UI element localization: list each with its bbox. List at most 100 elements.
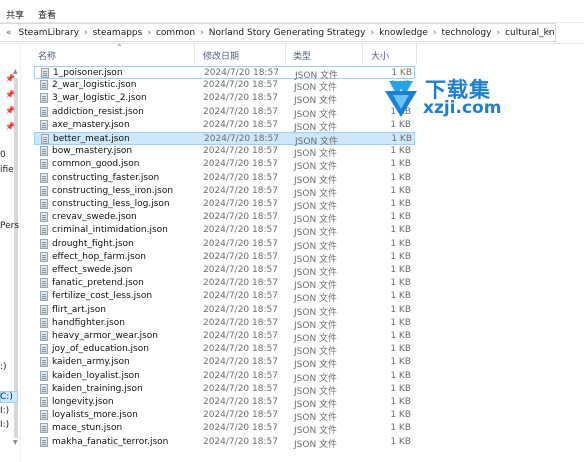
file-name: heavy_armor_wear.json bbox=[52, 331, 158, 341]
breadcrumb-segment[interactable]: Norland Story Generating Strategy bbox=[205, 28, 370, 38]
column-name[interactable]: 名称 bbox=[38, 49, 56, 62]
file-row[interactable]: common_good.json 2024/7/20 18:57 JSON 文件 1 … bbox=[34, 158, 415, 172]
file-size: 1 KB bbox=[390, 238, 411, 249]
file-size: 1 KB bbox=[390, 291, 411, 302]
nav-scrollbar-thumb[interactable] bbox=[14, 78, 18, 438]
file-row[interactable]: heavy_armor_wear.json 2024/7/20 18:57 JSON… bbox=[34, 330, 415, 344]
pin-icon: 📌 bbox=[5, 106, 15, 115]
json-file-icon bbox=[40, 199, 48, 209]
json-file-icon bbox=[40, 80, 48, 91]
file-row[interactable]: loyalists_more.json 2024/7/20 18:57 JSON 文… bbox=[34, 409, 415, 423]
file-row[interactable]: axe_mastery.json 2024/7/20 18:57 JSON 文件 1 … bbox=[34, 119, 415, 133]
file-row[interactable]: 1_poisoner.json 2024/7/20 18:57 JSON 文件 1 K… bbox=[34, 66, 415, 81]
file-type: JSON 文件 bbox=[294, 228, 338, 239]
file-type: JSON 文件 bbox=[294, 307, 338, 318]
menu-share[interactable]: 共享 bbox=[6, 8, 24, 21]
file-row[interactable]: kaiden_army.json 2024/7/20 18:57 JSON 文件 1 … bbox=[34, 356, 415, 370]
breadcrumb-segment[interactable]: knowledge bbox=[375, 28, 432, 38]
file-row[interactable]: 2_war_logistic.json 2024/7/20 18:57 JSON 文… bbox=[34, 79, 415, 93]
file-row[interactable]: fertilize_cost_less.json 2024/7/20 18:57 J… bbox=[34, 290, 415, 304]
menu-view[interactable]: 查看 bbox=[38, 8, 56, 21]
file-date: 2024/7/20 18:57 bbox=[203, 331, 278, 341]
file-type: JSON 文件 bbox=[294, 149, 338, 160]
file-row[interactable]: makha_fanatic_terror.json 2024/7/20 18:57… bbox=[34, 436, 415, 450]
watermark-domain: xzji.com bbox=[423, 98, 502, 118]
breadcrumb-segment[interactable]: SteamLibrary bbox=[15, 28, 84, 38]
file-type: JSON 文件 bbox=[294, 188, 338, 199]
nav-item[interactable]: ifie bbox=[0, 165, 14, 175]
file-row[interactable]: criminal_intimidation.json 2024/7/20 18:5… bbox=[34, 224, 415, 239]
column-divider[interactable] bbox=[285, 44, 286, 64]
json-file-icon bbox=[40, 423, 48, 434]
nav-item[interactable]: 0 bbox=[0, 150, 6, 160]
file-row[interactable]: longevity.json 2024/7/20 18:57 JSON 文件 1 KB bbox=[34, 396, 415, 410]
address-bar[interactable]: « SteamLibrary › steamapps › common › No… bbox=[0, 23, 556, 42]
column-date[interactable]: 修改日期 bbox=[203, 49, 239, 62]
file-row[interactable]: drought_fight.json 2024/7/20 18:57 JSON 文件… bbox=[34, 238, 415, 252]
json-file-icon bbox=[40, 251, 48, 262]
file-type: JSON 文件 bbox=[294, 175, 338, 186]
column-divider[interactable] bbox=[194, 44, 195, 64]
file-name: constructing_less_iron.json bbox=[52, 185, 174, 196]
column-size[interactable]: 大小 bbox=[371, 49, 389, 62]
nav-item[interactable]: :) bbox=[0, 362, 7, 372]
file-row[interactable]: mace_stun.json 2024/7/20 18:57 JSON 文件 1 KB bbox=[34, 422, 415, 436]
json-file-icon bbox=[40, 344, 48, 355]
file-row[interactable]: constructing_less_iron.json 2024/7/20 18:… bbox=[34, 185, 415, 199]
file-row[interactable]: flirt_art.json 2024/7/20 18:57 JSON 文件 1 KB bbox=[34, 304, 415, 318]
nav-item[interactable]: Pers bbox=[0, 221, 19, 231]
file-name: kaiden_army.json bbox=[52, 357, 130, 368]
file-row[interactable]: handfighter.json 2024/7/20 18:57 JSON 文件 1 … bbox=[34, 317, 415, 331]
address-history-chevron-icon[interactable]: ⌄ bbox=[545, 26, 553, 36]
file-date: 2024/7/20 18:57 bbox=[203, 344, 278, 355]
file-row[interactable]: kaiden_loyalist.json 2024/7/20 18:57 JSON … bbox=[34, 370, 415, 384]
file-size: 1 KB bbox=[390, 172, 411, 183]
column-divider[interactable] bbox=[362, 44, 363, 64]
navigation-pane[interactable]: ▲ ▼ 📌 📌 📌 📌 0 ifie Pers :) C:) I:) I:) bbox=[0, 44, 21, 462]
file-size: 1 KB bbox=[390, 436, 411, 447]
file-name: effect_hop_farm.json bbox=[52, 251, 146, 262]
file-size: 1 KB bbox=[390, 344, 411, 355]
file-name: kaiden_training.json bbox=[52, 383, 143, 394]
breadcrumb-segment[interactable]: steamapps bbox=[89, 28, 147, 38]
file-row[interactable]: crevav_swede.json 2024/7/20 18:57 JSON 文件 1… bbox=[34, 211, 415, 226]
scroll-down-icon[interactable]: ▼ bbox=[13, 439, 18, 446]
file-row[interactable]: constructing_less_log.json 2024/7/20 18:5… bbox=[34, 198, 415, 212]
file-date: 2024/7/20 18:57 bbox=[203, 265, 278, 275]
file-name: flirt_art.json bbox=[52, 304, 106, 315]
file-date: 2024/7/20 18:57 bbox=[203, 93, 278, 104]
file-row[interactable]: bow_mastery.json 2024/7/20 18:57 JSON 文件 1 … bbox=[34, 145, 415, 160]
nav-item[interactable]: I:) bbox=[0, 406, 9, 416]
nav-item[interactable]: I:) bbox=[0, 420, 9, 430]
file-row[interactable]: addiction_resist.json 2024/7/20 18:57 JSON… bbox=[34, 106, 415, 120]
json-file-icon bbox=[40, 106, 48, 117]
ribbon-menu-bar: 共享 查看 bbox=[0, 0, 584, 23]
file-name: loyalists_more.json bbox=[52, 410, 138, 421]
file-row[interactable]: 3_war_logistic_2.json 2024/7/20 18:57 JSON… bbox=[34, 92, 415, 106]
file-type: JSON 文件 bbox=[294, 254, 338, 265]
file-type: JSON 文件 bbox=[294, 268, 338, 278]
breadcrumb-segment[interactable]: common bbox=[152, 28, 199, 38]
overflow-chevron-icon[interactable]: « bbox=[0, 28, 15, 38]
file-type: JSON 文件 bbox=[294, 215, 338, 226]
nav-item[interactable]: C:) bbox=[0, 392, 13, 402]
file-row[interactable]: effect_swede.json 2024/7/20 18:57 JSON 文件 1… bbox=[34, 264, 415, 278]
column-divider[interactable] bbox=[416, 44, 417, 64]
breadcrumb-segment[interactable]: technology bbox=[437, 28, 495, 38]
file-date: 2024/7/20 18:57 bbox=[203, 317, 278, 328]
file-row[interactable]: fanatic_pretend.json 2024/7/20 18:57 JSON … bbox=[34, 277, 415, 291]
json-file-icon bbox=[40, 331, 48, 341]
file-row[interactable]: effect_hop_farm.json 2024/7/20 18:57 JSON … bbox=[34, 251, 415, 265]
file-date: 2024/7/20 18:57 bbox=[203, 436, 278, 447]
file-row[interactable]: constructing_faster.json 2024/7/20 18:57 J… bbox=[34, 172, 415, 186]
file-row[interactable]: kaiden_training.json 2024/7/20 18:57 JSON … bbox=[34, 383, 415, 397]
pin-icon: 📌 bbox=[5, 74, 15, 83]
column-type[interactable]: 类型 bbox=[293, 49, 311, 62]
file-name: crevav_swede.json bbox=[52, 212, 137, 223]
file-row[interactable]: joy_of_education.json 2024/7/20 18:57 JSON… bbox=[34, 343, 415, 357]
file-size: 1 KB bbox=[390, 225, 411, 236]
file-name: addiction_resist.json bbox=[52, 106, 144, 117]
file-row[interactable]: better_meat.json 2024/7/20 18:57 JSON 文件 1 … bbox=[34, 132, 415, 147]
json-file-icon bbox=[40, 317, 48, 328]
file-name: fertilize_cost_less.json bbox=[52, 291, 153, 302]
